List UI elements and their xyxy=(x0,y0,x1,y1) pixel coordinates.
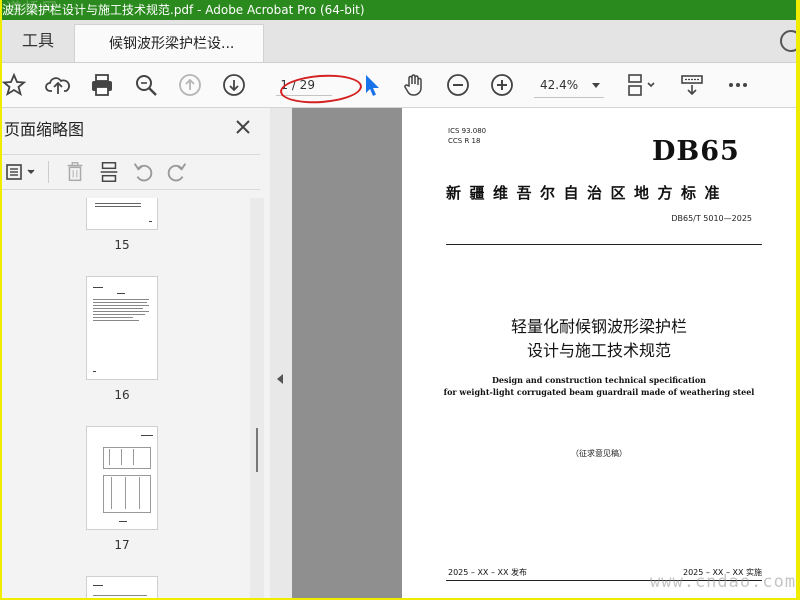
acrobat-window: 波形梁护栏设计与施工技术规范.pdf - Adobe Acrobat Pro (… xyxy=(2,0,796,598)
delete-page-icon[interactable] xyxy=(62,159,88,185)
zoom-search-icon[interactable] xyxy=(132,71,160,99)
thumbnail-page[interactable] xyxy=(86,426,158,530)
select-pointer-icon[interactable] xyxy=(358,71,386,99)
thumbnail-page[interactable] xyxy=(86,198,158,230)
rotate-right-icon[interactable] xyxy=(164,159,190,185)
standard-region: 新疆维吾尔自治区地方标准 xyxy=(446,184,729,202)
tab-document[interactable]: 候钢波形梁护栏设... xyxy=(74,24,264,62)
thumbnail-scrollbar[interactable] xyxy=(250,198,264,598)
bookmark-star-icon[interactable] xyxy=(2,71,28,99)
hand-tool-icon[interactable] xyxy=(400,71,428,99)
zoom-out-icon[interactable] xyxy=(444,71,472,99)
keyboard-scroll-icon[interactable] xyxy=(678,71,706,99)
thumbnail-label: 16 xyxy=(114,388,130,402)
tab-bar: 工具 候钢波形梁护栏设... xyxy=(2,20,796,63)
draft-note: （征求意见稿） xyxy=(571,449,627,458)
site-watermark-bottom: www.cndao.com xyxy=(650,572,797,592)
ccs-line: CCS R 18 xyxy=(448,137,481,145)
document-view: ICS 93.080 CCS R 18 DB65 新疆维吾尔自治区地方标准 DB… xyxy=(292,108,796,598)
panel-collapse-strip[interactable] xyxy=(270,108,292,598)
insert-page-icon[interactable] xyxy=(96,159,122,185)
ics-code: ICS 93.080 CCS R 18 xyxy=(448,126,486,146)
title-cn: 轻量化耐候钢波形梁护栏 设计与施工技术规范 xyxy=(402,315,796,363)
upload-cloud-icon[interactable] xyxy=(44,71,72,99)
title-bar: 波形梁护栏设计与施工技术规范.pdf - Adobe Acrobat Pro (… xyxy=(2,0,796,20)
panel-title: 页面缩略图 xyxy=(4,120,85,139)
thumbnail-label: 17 xyxy=(114,538,130,552)
standard-logo: DB65 xyxy=(652,136,740,167)
thumbnail-label: 15 xyxy=(114,238,130,252)
thumbnail-page[interactable] xyxy=(86,576,158,598)
title-cn-line1: 轻量化耐候钢波形梁护栏 xyxy=(510,317,687,336)
title-en: Design and construction technical specif… xyxy=(402,374,796,398)
print-icon[interactable] xyxy=(88,71,116,99)
publish-date: 2025 – XX – XX 发布 xyxy=(448,568,527,577)
chevron-down-icon xyxy=(592,83,600,88)
thumbnail-panel: 页面缩略图 15 16 17 xyxy=(2,108,271,598)
divider xyxy=(446,244,762,245)
collapse-arrow-icon[interactable] xyxy=(277,374,283,384)
more-options-icon[interactable] xyxy=(724,71,752,99)
title-cn-line2: 设计与施工技术规范 xyxy=(526,341,671,360)
help-icon[interactable] xyxy=(780,30,796,52)
page-display-icon[interactable] xyxy=(622,71,662,99)
zoom-level-value: 42.4% xyxy=(540,78,579,92)
rotate-left-icon[interactable] xyxy=(130,159,156,185)
title-en-line2: for weight-light corrugated beam guardra… xyxy=(443,387,755,397)
tab-tools[interactable]: 工具 xyxy=(2,20,74,62)
thumbnail-page[interactable] xyxy=(86,276,158,380)
thumbnail-list: 15 16 17 xyxy=(2,198,252,598)
previous-page-icon[interactable] xyxy=(176,71,204,99)
thumbnail-toolbar xyxy=(2,154,260,190)
thumbnail-options-icon[interactable] xyxy=(4,159,40,185)
scrollbar-thumb[interactable] xyxy=(256,428,258,472)
main-toolbar: 1 / 29 42.4% xyxy=(2,63,796,108)
standard-code: DB65/T 5010—2025 xyxy=(671,214,752,223)
title-en-line1: Design and construction technical specif… xyxy=(491,375,706,385)
ics-line: ICS 93.080 xyxy=(448,127,487,135)
site-watermark-top: 道桥网 xyxy=(6,0,61,17)
zoom-in-icon[interactable] xyxy=(488,71,516,99)
zoom-level-select[interactable]: 42.4% xyxy=(534,73,604,98)
close-icon[interactable] xyxy=(234,118,252,136)
pdf-page: ICS 93.080 CCS R 18 DB65 新疆维吾尔自治区地方标准 DB… xyxy=(402,108,796,598)
next-page-icon[interactable] xyxy=(220,71,248,99)
